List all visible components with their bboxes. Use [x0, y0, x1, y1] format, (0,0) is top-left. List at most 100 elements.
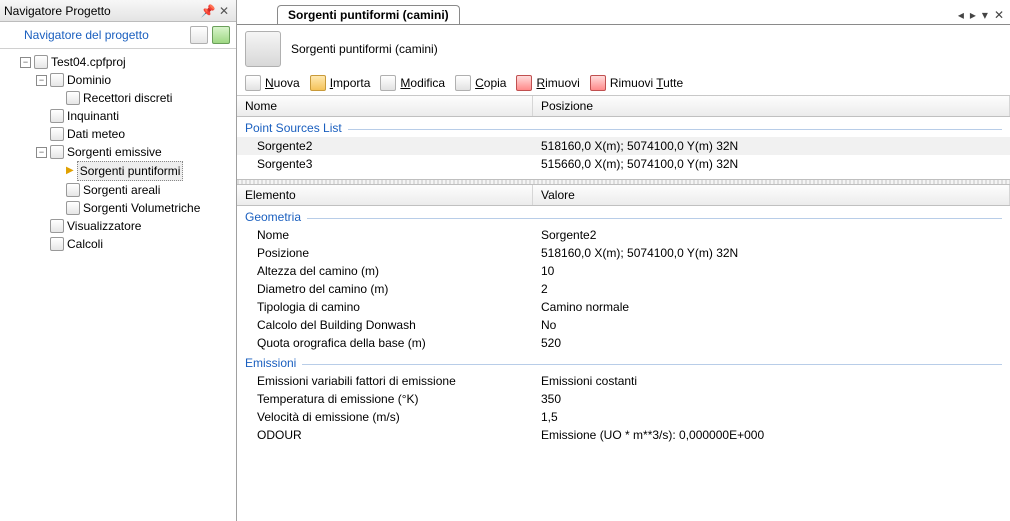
- import-icon: [310, 75, 326, 91]
- tree-label: Calcoli: [67, 235, 103, 253]
- project-icon: [34, 55, 48, 69]
- group-line: [307, 218, 1002, 219]
- tree-root[interactable]: −Test04.cpfproj: [18, 53, 234, 71]
- new-icon: [245, 75, 261, 91]
- refresh-icon[interactable]: [212, 26, 230, 44]
- importa-button[interactable]: Importa: [310, 75, 371, 91]
- property-row[interactable]: Velocità di emissione (m/s)1,5: [237, 408, 1010, 426]
- nav-title: Navigatore del progetto: [6, 28, 190, 42]
- property-key: Altezza del camino (m): [237, 263, 533, 279]
- tree-label: Sorgenti Volumetriche: [83, 199, 200, 217]
- tab-nav-prev-icon[interactable]: ◂: [958, 8, 964, 22]
- property-value: Emissioni costanti: [533, 373, 1010, 389]
- tree-node-sorgentiemissive[interactable]: −Sorgenti emissive: [34, 143, 234, 161]
- tab-close-icon[interactable]: ✕: [994, 8, 1004, 22]
- property-row[interactable]: ODOUREmissione (UO * m**3/s): 0,000000E+…: [237, 426, 1010, 444]
- close-icon[interactable]: ✕: [216, 4, 232, 18]
- property-row[interactable]: Temperatura di emissione (°K)350: [237, 390, 1010, 408]
- area-icon: [66, 183, 80, 197]
- tree-node-sorgenti-volumetriche[interactable]: Sorgenti Volumetriche: [50, 199, 234, 217]
- tree-label: Test04.cpfproj: [51, 53, 126, 71]
- property-key: Quota orografica della base (m): [237, 335, 533, 351]
- receptors-icon: [66, 91, 80, 105]
- tree-node-dominio[interactable]: −Dominio: [34, 71, 234, 89]
- tree-label: Sorgenti areali: [83, 181, 160, 199]
- property-row[interactable]: Altezza del camino (m)10: [237, 262, 1010, 280]
- property-row[interactable]: Diametro del camino (m)2: [237, 280, 1010, 298]
- modifica-button[interactable]: Modifica: [380, 75, 445, 91]
- rimuovi-button[interactable]: Rimuovi: [516, 75, 579, 91]
- group-geometria: Geometria: [237, 206, 1010, 226]
- property-key: Velocità di emissione (m/s): [237, 409, 533, 425]
- property-value: 10: [533, 263, 1010, 279]
- panel-titlebar: Navigatore Progetto 📌 ✕: [0, 0, 236, 22]
- copia-button[interactable]: Copia: [455, 75, 506, 91]
- nav-header: Navigatore del progetto: [0, 22, 236, 49]
- property-key: Posizione: [237, 245, 533, 261]
- tree-label: Sorgenti puntiformi: [77, 161, 184, 181]
- point-sources-list: Sorgente2 518160,0 X(m); 5074100,0 Y(m) …: [237, 137, 1010, 179]
- tree-label: Dominio: [67, 71, 111, 89]
- prop-header: Elemento Valore: [237, 185, 1010, 206]
- property-value: 520: [533, 335, 1010, 351]
- tree-node-sorgenti-areali[interactable]: Sorgenti areali: [50, 181, 234, 199]
- pin-icon[interactable]: 📌: [200, 4, 216, 18]
- tree-node-datimeteo[interactable]: Dati meteo: [34, 125, 234, 143]
- tab-row: Sorgenti puntiformi (camini) ◂ ▸ ▾ ✕: [237, 0, 1010, 24]
- edit-icon: [380, 75, 396, 91]
- cell-posizione: 518160,0 X(m); 5074100,0 Y(m) 32N: [533, 138, 1010, 154]
- meteo-icon: [50, 127, 64, 141]
- tree-label: Visualizzatore: [67, 217, 141, 235]
- cell-nome: Sorgente3: [237, 156, 533, 172]
- group-label: Emissioni: [245, 356, 296, 370]
- property-row[interactable]: Quota orografica della base (m)520: [237, 334, 1010, 352]
- group-line: [348, 129, 1002, 130]
- header-strip: Sorgenti puntiformi (camini): [237, 25, 1010, 73]
- property-row[interactable]: Emissioni variabili fattori di emissione…: [237, 372, 1010, 390]
- group-point-sources: Point Sources List: [237, 117, 1010, 137]
- properties-section: Geometria NomeSorgente2Posizione518160,0…: [237, 206, 1010, 521]
- property-row[interactable]: Calcolo del Building DonwashNo: [237, 316, 1010, 334]
- col-header-nome[interactable]: Nome: [237, 96, 533, 116]
- group-emissioni: Emissioni: [237, 352, 1010, 372]
- pollutants-icon: [50, 109, 64, 123]
- tree-node-visualizzatore[interactable]: Visualizzatore: [34, 217, 234, 235]
- toolbar: NNuovauova Importa Modifica Copia Rimuov…: [237, 73, 1010, 96]
- tree-node-recettori[interactable]: Recettori discreti: [50, 89, 234, 107]
- calc-icon: [50, 237, 64, 251]
- delete-all-icon: [590, 75, 606, 91]
- property-row[interactable]: Posizione518160,0 X(m); 5074100,0 Y(m) 3…: [237, 244, 1010, 262]
- group-line: [302, 364, 1002, 365]
- cell-posizione: 515660,0 X(m); 5074100,0 Y(m) 32N: [533, 156, 1010, 172]
- sources-icon: [50, 145, 64, 159]
- tab-sorgenti-puntiformi[interactable]: Sorgenti puntiformi (camini): [277, 5, 460, 24]
- viewer-icon: [50, 219, 64, 233]
- list-row[interactable]: Sorgente2 518160,0 X(m); 5074100,0 Y(m) …: [237, 137, 1010, 155]
- tab-nav-next-icon[interactable]: ▸: [970, 8, 976, 22]
- nuova-button[interactable]: NNuovauova: [245, 75, 300, 91]
- list-header: Nome Posizione: [237, 96, 1010, 117]
- delete-icon: [516, 75, 532, 91]
- tree-node-inquinanti[interactable]: Inquinanti: [34, 107, 234, 125]
- tree-label: Recettori discreti: [83, 89, 172, 107]
- header-subtitle: Sorgenti puntiformi (camini): [291, 42, 438, 56]
- col-header-elemento[interactable]: Elemento: [237, 185, 533, 205]
- tree-node-sorgenti-puntiformi[interactable]: ▶Sorgenti puntiformi: [50, 161, 234, 181]
- property-value: No: [533, 317, 1010, 333]
- tab-menu-icon[interactable]: ▾: [982, 8, 988, 22]
- property-value: 1,5: [533, 409, 1010, 425]
- property-key: Diametro del camino (m): [237, 281, 533, 297]
- property-row[interactable]: Tipologia di caminoCamino normale: [237, 298, 1010, 316]
- property-key: Calcolo del Building Donwash: [237, 317, 533, 333]
- list-row[interactable]: Sorgente3 515660,0 X(m); 5074100,0 Y(m) …: [237, 155, 1010, 173]
- col-header-posizione[interactable]: Posizione: [533, 96, 1010, 116]
- property-key: Tipologia di camino: [237, 299, 533, 315]
- tree-label: Dati meteo: [67, 125, 125, 143]
- rimuovi-tutte-button[interactable]: Rimuovi Tutte: [590, 75, 683, 91]
- tab-label: Sorgenti puntiformi (camini): [288, 8, 449, 22]
- project-tree[interactable]: −Test04.cpfproj −Dominio Recettori discr…: [0, 49, 236, 521]
- tree-node-calcoli[interactable]: Calcoli: [34, 235, 234, 253]
- action-icon-1[interactable]: [190, 26, 208, 44]
- col-header-valore[interactable]: Valore: [533, 185, 1010, 205]
- property-row[interactable]: NomeSorgente2: [237, 226, 1010, 244]
